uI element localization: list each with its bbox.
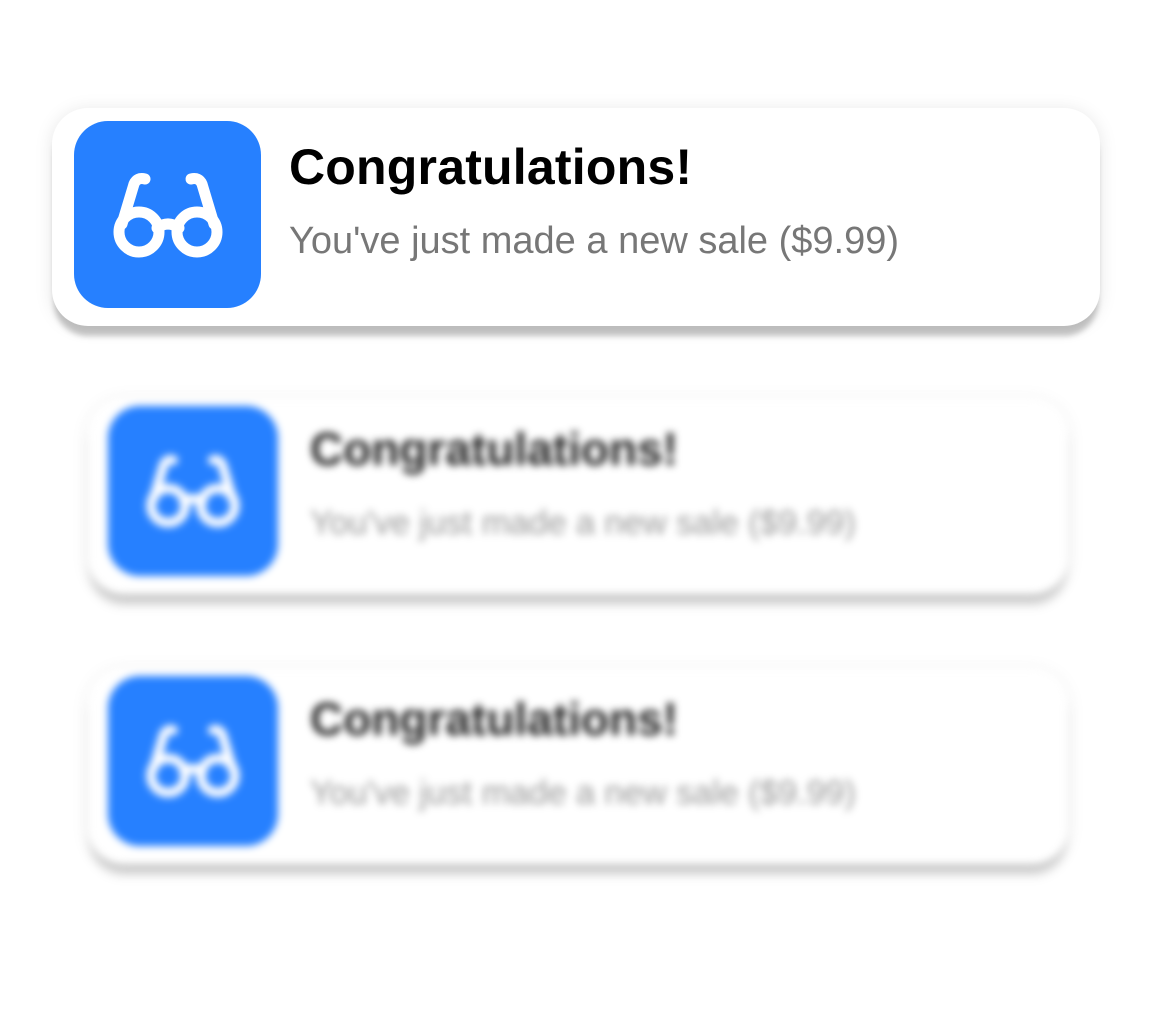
notification-message: You've just made a new sale ($9.99) [310, 774, 856, 812]
glasses-icon [145, 722, 241, 800]
notification-message: You've just made a new sale ($9.99) [289, 220, 900, 262]
notification-message: You've just made a new sale ($9.99) [310, 504, 856, 542]
notification-card[interactable]: Congratulations! You've just made a new … [52, 108, 1100, 326]
glasses-icon [145, 452, 241, 530]
notification-card[interactable]: Congratulations! You've just made a new … [88, 668, 1068, 864]
glasses-icon [112, 170, 224, 260]
notification-card[interactable]: Congratulations! You've just made a new … [88, 398, 1068, 594]
app-icon [108, 676, 278, 846]
app-icon [108, 406, 278, 576]
notification-stack: Congratulations! You've just made a new … [0, 0, 1160, 1012]
app-icon [74, 121, 261, 308]
notification-title: Congratulations! [310, 693, 678, 745]
notification-title: Congratulations! [289, 139, 693, 195]
notification-title: Congratulations! [310, 423, 678, 475]
